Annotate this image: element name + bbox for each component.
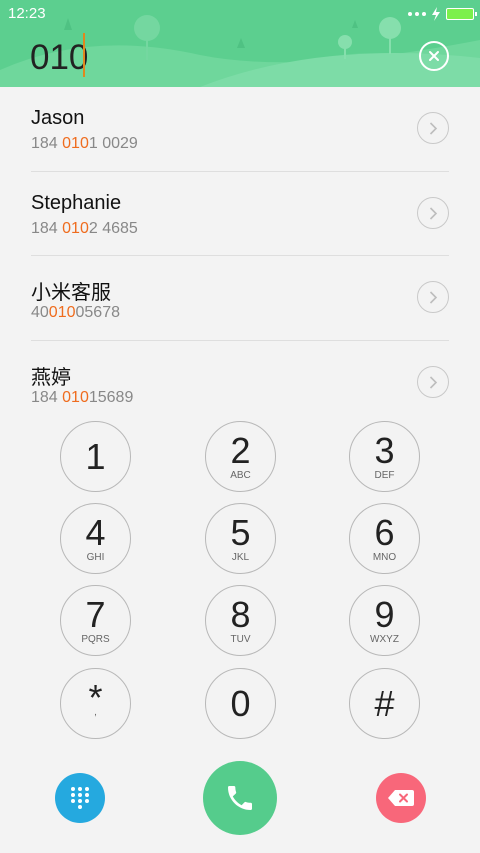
contact-name: 燕婷 — [31, 366, 71, 389]
contact-number: 184 0102 4685 — [31, 219, 138, 237]
dial-input[interactable]: 010 — [30, 38, 88, 78]
number-match-highlight: 010 — [48, 304, 76, 321]
key-star[interactable]: *, — [60, 668, 131, 739]
chevron-right-icon — [429, 206, 438, 220]
contact-name: 小米客服 — [31, 282, 111, 304]
number-match-highlight: 010 — [62, 388, 89, 406]
status-bar: 12:23 — [0, 0, 480, 28]
contact-row[interactable]: Stephanie 184 0102 4685 — [0, 172, 480, 256]
contact-detail-button[interactable] — [417, 196, 449, 229]
clear-button[interactable] — [419, 41, 449, 71]
charging-icon — [432, 7, 440, 21]
contact-number: 184 0101 0029 — [31, 135, 138, 152]
key-3[interactable]: 3 DEF — [349, 421, 420, 492]
text-cursor — [83, 33, 85, 77]
number-match-highlight: 010 — [62, 135, 89, 152]
contact-suggestions: Jason 184 0101 0029 Stephanie 184 0102 4… — [0, 87, 480, 425]
status-time: 12:23 — [8, 5, 46, 22]
key-8[interactable]: 8 TUV — [205, 585, 276, 656]
status-icons — [408, 6, 477, 22]
delete-button[interactable] — [376, 773, 426, 823]
chevron-right-icon — [429, 291, 438, 304]
contact-detail-button[interactable] — [417, 112, 449, 144]
number-match-highlight: 010 — [62, 219, 89, 237]
contact-row[interactable]: 燕婷 184 01015689 — [0, 341, 480, 426]
key-6[interactable]: 6 MNO — [349, 503, 420, 574]
battery-icon — [446, 8, 477, 20]
dialer-header: 12:23 010 — [0, 0, 480, 87]
clear-icon — [429, 51, 439, 61]
key-5[interactable]: 5 JKL — [205, 503, 276, 574]
key-9[interactable]: 9 WXYZ — [349, 585, 420, 656]
toggle-keypad-button[interactable] — [55, 773, 105, 823]
key-hash[interactable]: # — [349, 668, 420, 739]
contact-name: Jason — [31, 107, 85, 129]
contact-detail-button[interactable] — [417, 365, 449, 398]
key-4[interactable]: 4 GHI — [60, 503, 131, 574]
dialpad-icon — [71, 787, 89, 809]
backspace-icon — [388, 790, 414, 806]
contact-name: Stephanie — [31, 191, 122, 214]
key-0[interactable]: 0 — [205, 668, 276, 739]
signal-icon — [408, 12, 426, 16]
key-7[interactable]: 7 PQRS — [60, 585, 131, 656]
contact-row[interactable]: 小米客服 4001005678 — [0, 256, 480, 341]
call-button[interactable] — [203, 761, 277, 835]
key-1[interactable]: 1 — [60, 421, 131, 492]
contact-number: 4001005678 — [31, 304, 120, 321]
phone-icon — [228, 786, 252, 810]
chevron-right-icon — [429, 375, 438, 389]
chevron-right-icon — [429, 122, 438, 135]
key-2[interactable]: 2 ABC — [205, 421, 276, 492]
contact-number: 184 01015689 — [31, 388, 134, 406]
contact-detail-button[interactable] — [417, 281, 449, 313]
contact-row[interactable]: Jason 184 0101 0029 — [0, 87, 480, 172]
